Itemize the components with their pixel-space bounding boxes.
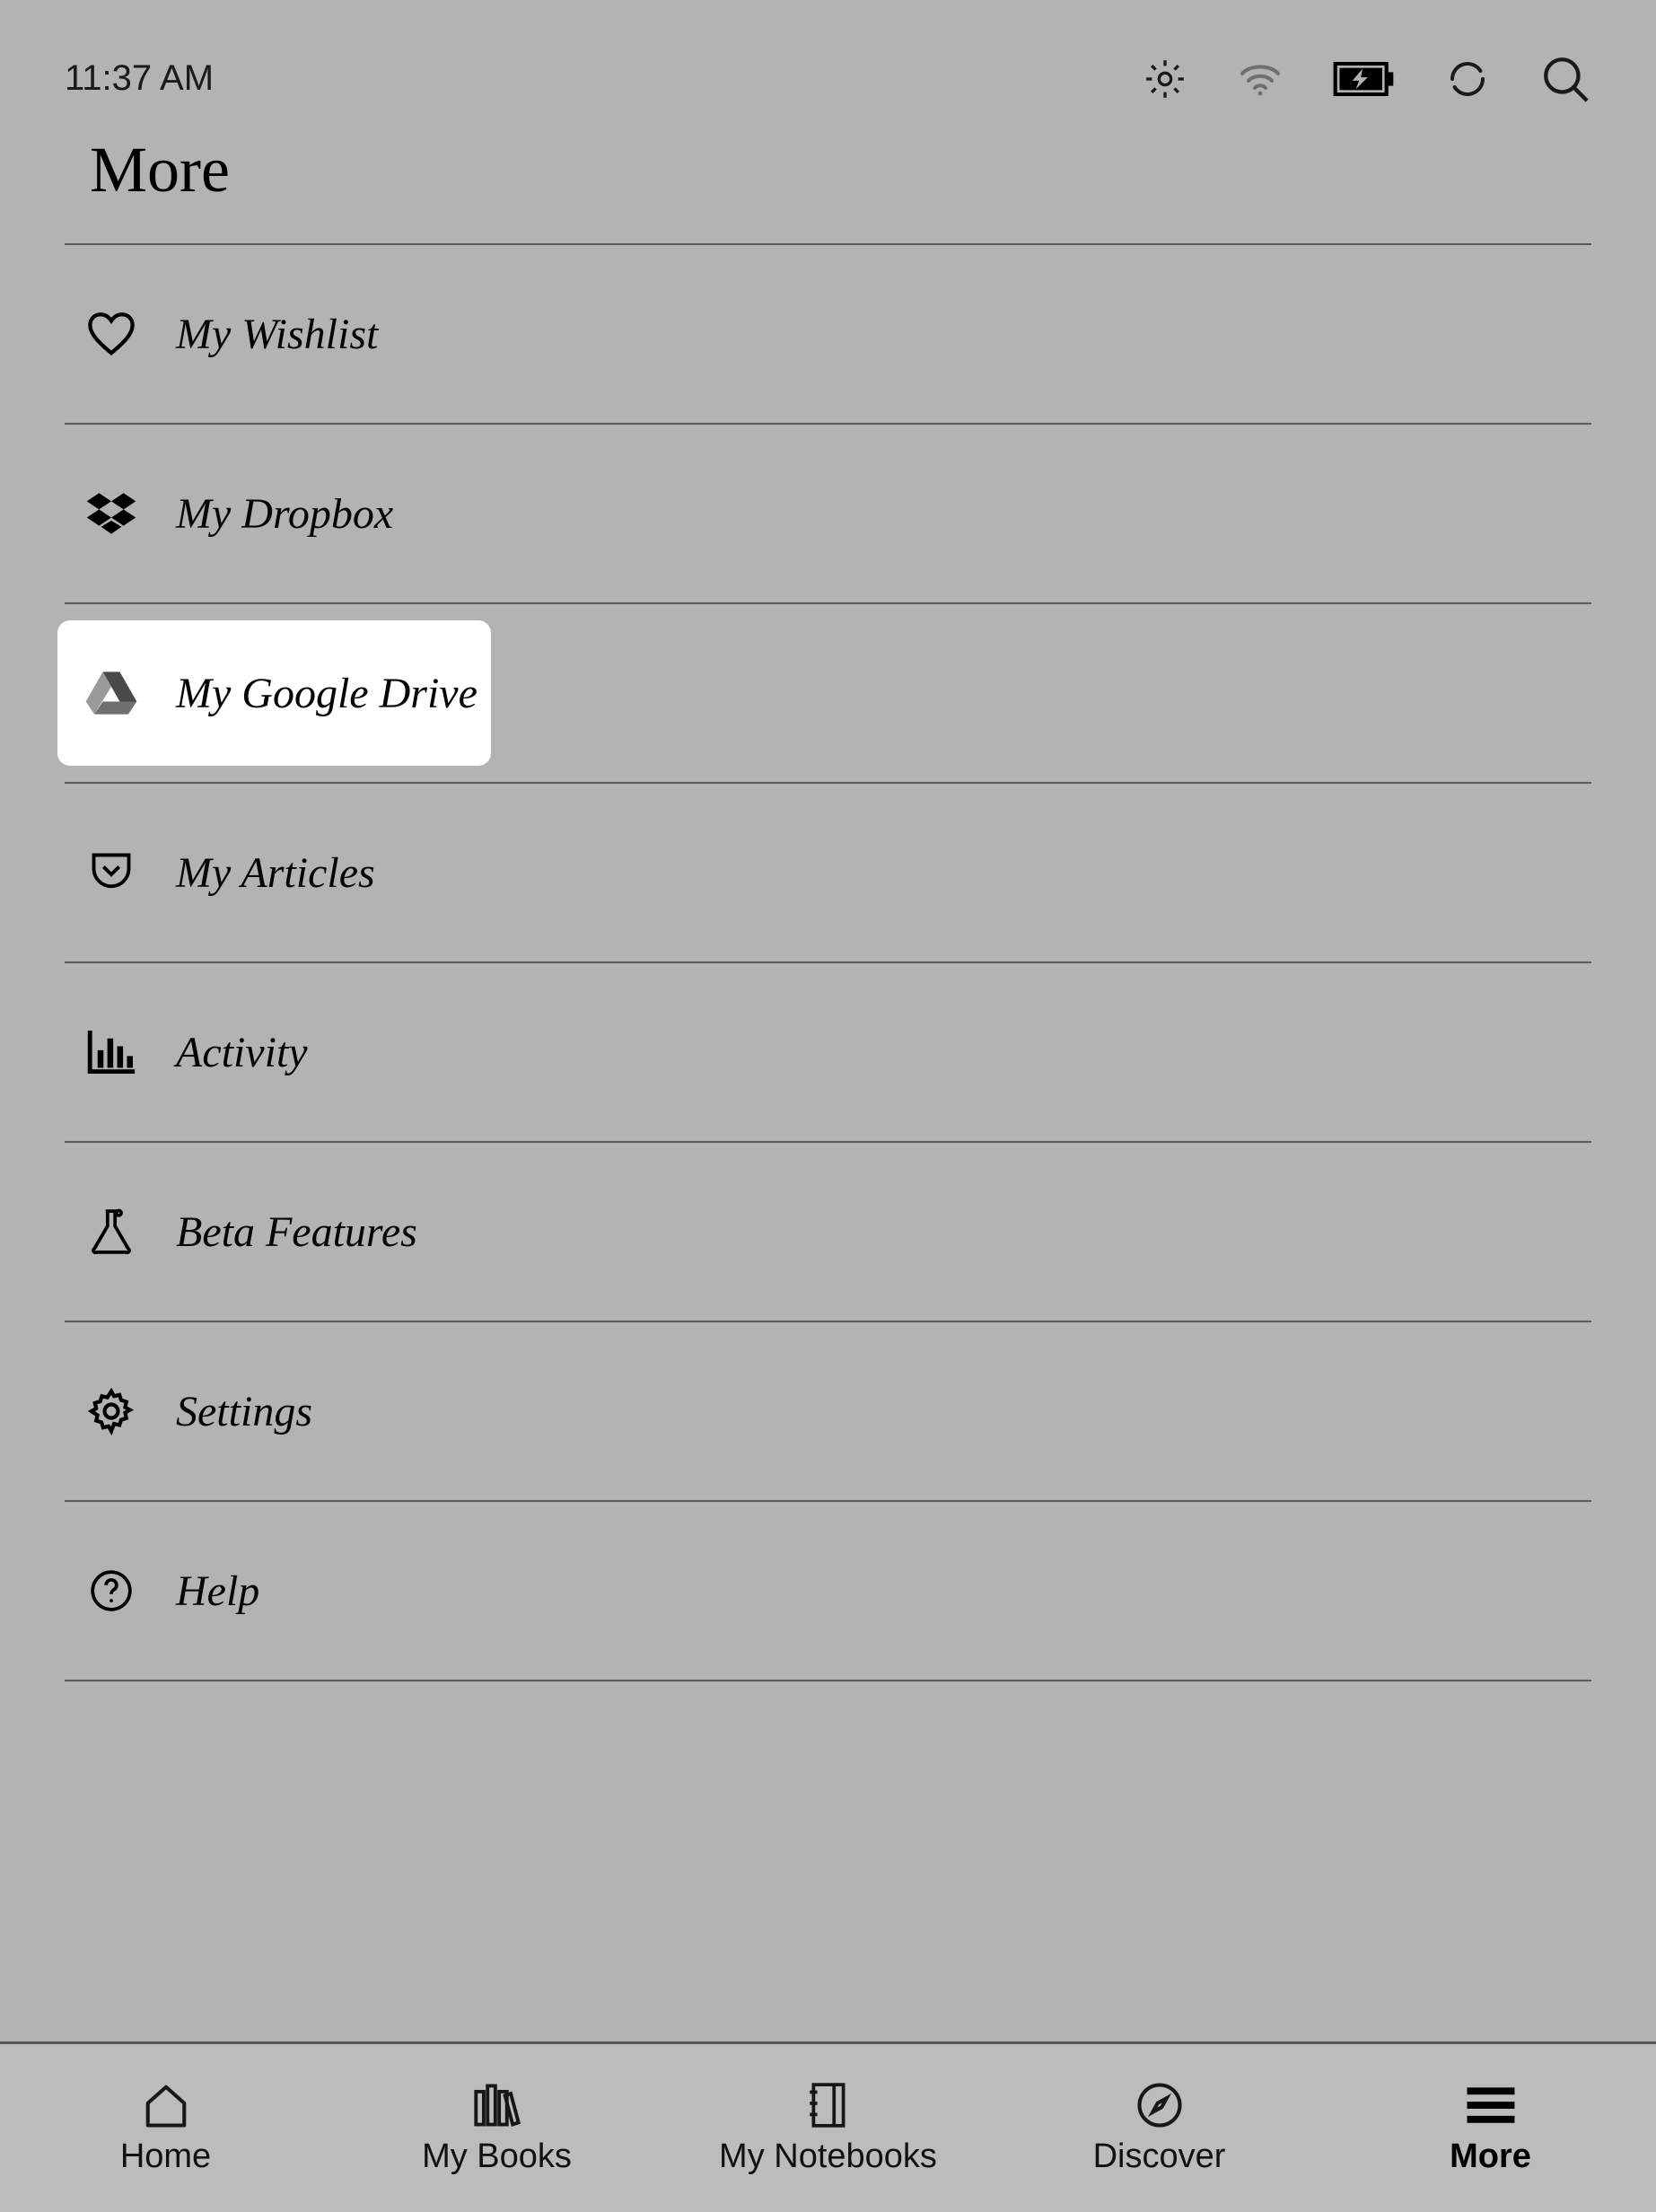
menu-item-wishlist[interactable]: My Wishlist <box>65 245 1591 425</box>
nav-my-books[interactable]: My Books <box>331 2044 662 2212</box>
menu-item-google-drive[interactable]: My Google Drive <box>65 604 1591 784</box>
flask-icon <box>84 1205 138 1259</box>
brightness-icon[interactable] <box>1143 57 1187 101</box>
compass-icon <box>1135 2080 1185 2130</box>
nav-label: Home <box>120 2137 211 2176</box>
menu-item-beta-features[interactable]: Beta Features <box>65 1143 1591 1322</box>
bar-chart-icon <box>84 1025 138 1079</box>
nav-label: My Books <box>422 2137 572 2176</box>
menu-item-help[interactable]: Help <box>65 1502 1591 1681</box>
wifi-icon <box>1238 61 1283 97</box>
nav-home[interactable]: Home <box>0 2044 331 2212</box>
pocket-icon <box>84 846 138 900</box>
dropbox-icon <box>84 487 138 540</box>
nav-label: Discover <box>1093 2137 1226 2176</box>
google-drive-icon <box>84 666 138 720</box>
menu-item-articles[interactable]: My Articles <box>65 784 1591 963</box>
nav-more[interactable]: More <box>1325 2044 1656 2212</box>
menu-item-label: Help <box>176 1567 259 1616</box>
help-icon <box>84 1564 138 1618</box>
menu-item-label: My Articles <box>176 848 375 898</box>
sync-icon[interactable] <box>1446 57 1489 101</box>
nav-label: More <box>1450 2137 1531 2176</box>
home-icon <box>141 2080 191 2130</box>
page-title: More <box>90 133 1656 207</box>
menu-item-activity[interactable]: Activity <box>65 963 1591 1143</box>
nav-my-notebooks[interactable]: My Notebooks <box>662 2044 994 2212</box>
more-menu-list: My Wishlist My Dropbox <box>65 245 1591 1681</box>
bottom-nav: Home My Books <box>0 2041 1656 2212</box>
menu-item-label: Settings <box>176 1387 312 1436</box>
menu-item-settings[interactable]: Settings <box>65 1322 1591 1502</box>
books-icon <box>472 2080 522 2130</box>
menu-item-label: Beta Features <box>176 1207 417 1257</box>
notebook-icon <box>803 2080 854 2130</box>
nav-label: My Notebooks <box>719 2137 937 2176</box>
battery-charging-icon <box>1333 62 1396 96</box>
status-bar: 11:37 AM <box>0 0 1656 108</box>
search-icon[interactable] <box>1539 53 1591 105</box>
menu-item-dropbox[interactable]: My Dropbox <box>65 425 1591 604</box>
menu-item-label: My Google Drive <box>176 669 478 718</box>
menu-icon <box>1466 2080 1516 2130</box>
status-time: 11:37 AM <box>65 58 214 99</box>
gear-icon <box>84 1384 138 1438</box>
menu-item-label: My Dropbox <box>176 489 393 539</box>
menu-item-label: My Wishlist <box>176 310 378 359</box>
heart-icon <box>84 307 138 361</box>
nav-discover[interactable]: Discover <box>994 2044 1325 2212</box>
menu-item-label: Activity <box>176 1028 308 1077</box>
status-icons <box>1143 53 1591 105</box>
